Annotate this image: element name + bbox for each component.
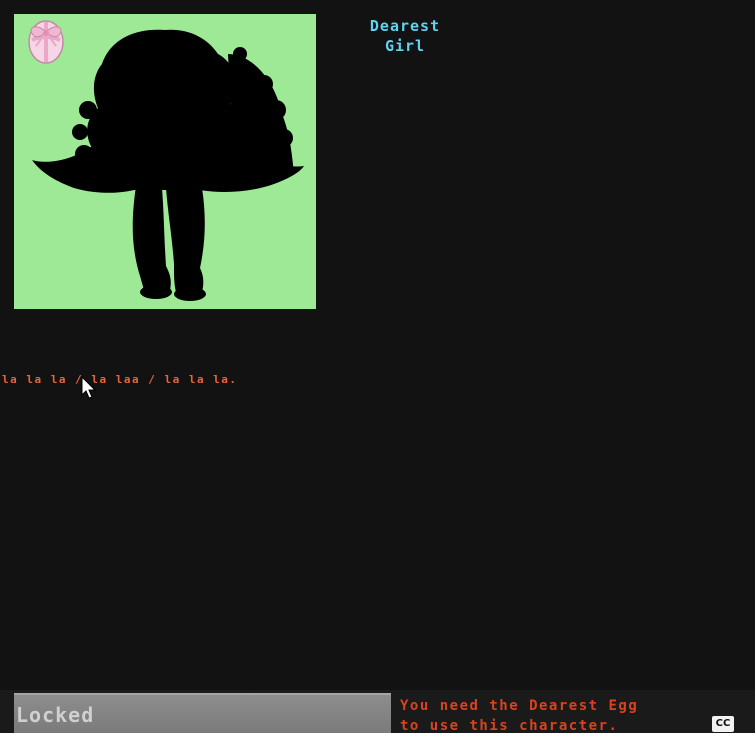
mouse-cursor-icon: [81, 375, 97, 400]
lyrics-text: la la la / la laa / la la la.: [2, 373, 238, 386]
character-portrait: [14, 14, 316, 309]
locked-button[interactable]: Locked: [14, 693, 391, 733]
locked-button-label: Locked: [16, 703, 95, 727]
egg-with-ribbon-icon: [20, 14, 72, 66]
unlock-requirement-text: You need the Dearest Egg to use this cha…: [400, 698, 639, 733]
character-name: Dearest Girl: [369, 17, 441, 55]
closed-captions-button[interactable]: CC: [712, 716, 734, 732]
